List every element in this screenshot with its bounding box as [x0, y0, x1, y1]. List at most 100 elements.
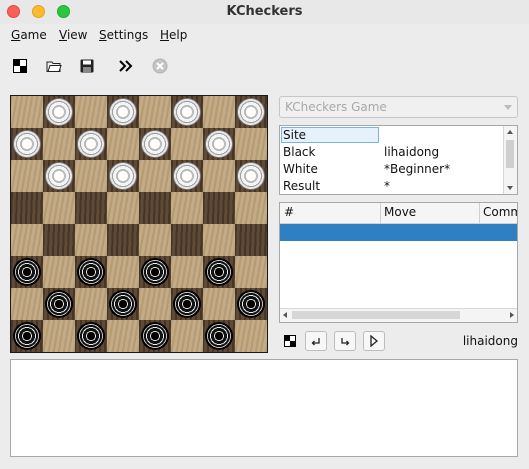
info-value[interactable]: * [384, 179, 390, 193]
black-piece[interactable] [77, 258, 105, 286]
board-square[interactable] [43, 96, 75, 128]
board-square[interactable] [75, 320, 107, 352]
white-piece[interactable] [237, 162, 265, 190]
board-square[interactable] [235, 256, 267, 288]
move-list[interactable]: # Move Comm [279, 202, 518, 323]
scroll-thumb[interactable] [506, 140, 514, 168]
move-list-horizontal-scrollbar[interactable] [280, 308, 517, 322]
board-square[interactable] [171, 224, 203, 256]
info-value[interactable]: lihaidong [384, 145, 439, 159]
board-square[interactable] [75, 288, 107, 320]
scroll-left-icon[interactable] [283, 312, 287, 318]
continue-button[interactable] [115, 55, 137, 77]
board-square[interactable] [139, 224, 171, 256]
board-square[interactable] [171, 320, 203, 352]
board-square[interactable] [171, 128, 203, 160]
board-square[interactable] [139, 256, 171, 288]
board-square[interactable] [75, 96, 107, 128]
board-square[interactable] [11, 256, 43, 288]
info-row-black[interactable]: Black lihaidong [280, 144, 505, 161]
white-piece[interactable] [77, 130, 105, 158]
board-square[interactable] [11, 96, 43, 128]
white-piece[interactable] [109, 98, 137, 126]
board-square[interactable] [171, 160, 203, 192]
info-value[interactable]: *Beginner* [384, 162, 450, 176]
board-square[interactable] [11, 160, 43, 192]
board-square[interactable] [43, 192, 75, 224]
black-piece[interactable] [13, 258, 41, 286]
black-piece[interactable] [205, 322, 233, 350]
board-square[interactable] [203, 160, 235, 192]
scroll-thumb[interactable] [292, 311, 460, 319]
board-square[interactable] [203, 224, 235, 256]
message-log[interactable] [10, 359, 518, 457]
checkers-board[interactable] [11, 96, 267, 352]
board-square[interactable] [171, 96, 203, 128]
white-piece[interactable] [205, 130, 233, 158]
game-info-table[interactable]: Site Black lihaidong White *Beginner* Re… [279, 125, 518, 195]
board-square[interactable] [43, 128, 75, 160]
scroll-up-icon[interactable] [507, 130, 513, 134]
menu-settings[interactable]: Settings [99, 28, 148, 42]
black-piece[interactable] [237, 290, 265, 318]
board-square[interactable] [107, 224, 139, 256]
save-button[interactable] [76, 55, 98, 77]
board-square[interactable] [235, 288, 267, 320]
board-square[interactable] [139, 128, 171, 160]
board-square[interactable] [75, 160, 107, 192]
board-square[interactable] [203, 96, 235, 128]
board-square[interactable] [203, 256, 235, 288]
black-piece[interactable] [13, 322, 41, 350]
menu-help[interactable]: Help [160, 28, 187, 42]
board-square[interactable] [43, 256, 75, 288]
white-piece[interactable] [173, 98, 201, 126]
board-square[interactable] [11, 128, 43, 160]
black-piece[interactable] [45, 290, 73, 318]
board-square[interactable] [171, 192, 203, 224]
board-square[interactable] [139, 320, 171, 352]
board-square[interactable] [11, 192, 43, 224]
column-header-number[interactable]: # [284, 205, 294, 219]
stop-button[interactable] [149, 55, 171, 77]
info-row-white[interactable]: White *Beginner* [280, 161, 505, 178]
board-square[interactable] [11, 224, 43, 256]
board-square[interactable] [107, 320, 139, 352]
white-piece[interactable] [141, 130, 169, 158]
board-view-button[interactable] [279, 331, 301, 351]
board-square[interactable] [139, 192, 171, 224]
board-square[interactable] [139, 288, 171, 320]
white-piece[interactable] [45, 162, 73, 190]
board-square[interactable] [107, 96, 139, 128]
board-square[interactable] [235, 224, 267, 256]
board-square[interactable] [75, 128, 107, 160]
board-square[interactable] [203, 128, 235, 160]
move-row-selected[interactable] [280, 224, 517, 241]
board-square[interactable] [43, 224, 75, 256]
board-square[interactable] [107, 160, 139, 192]
play-button[interactable] [363, 331, 385, 351]
column-header-comment[interactable]: Comm [483, 205, 517, 219]
white-piece[interactable] [173, 162, 201, 190]
scroll-right-icon[interactable] [510, 312, 514, 318]
board-square[interactable] [139, 96, 171, 128]
black-piece[interactable] [173, 290, 201, 318]
black-piece[interactable] [205, 258, 233, 286]
board-square[interactable] [171, 288, 203, 320]
board-square[interactable] [235, 192, 267, 224]
column-divider[interactable] [479, 203, 480, 223]
info-vertical-scrollbar[interactable] [503, 126, 517, 194]
new-game-button[interactable] [9, 55, 31, 77]
board-square[interactable] [107, 256, 139, 288]
info-row-result[interactable]: Result * [280, 178, 505, 194]
board-square[interactable] [139, 160, 171, 192]
black-piece[interactable] [109, 290, 137, 318]
board-square[interactable] [203, 320, 235, 352]
menu-game[interactable]: Game [11, 28, 47, 42]
white-piece[interactable] [237, 98, 265, 126]
board-square[interactable] [75, 224, 107, 256]
board-square[interactable] [75, 192, 107, 224]
board-square[interactable] [235, 160, 267, 192]
info-row-site[interactable]: Site [280, 127, 505, 144]
board-square[interactable] [75, 256, 107, 288]
menu-view[interactable]: View [59, 28, 87, 42]
